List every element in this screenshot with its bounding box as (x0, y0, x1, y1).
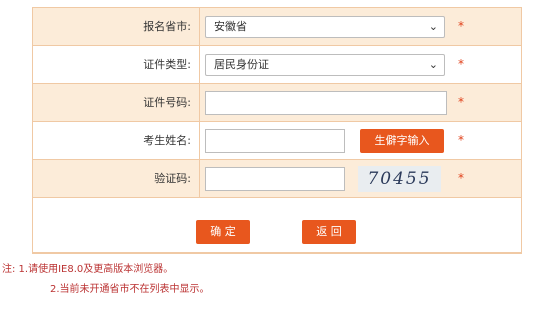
required-mark: * (458, 95, 464, 109)
id-number-label: 证件号码: (33, 84, 200, 121)
captcha-row: 验证码: 70455 * (33, 160, 521, 198)
id-type-label: 证件类型: (33, 46, 200, 83)
province-label: 报名省市: (33, 8, 200, 45)
id-type-select[interactable]: 居民身份证 ⌄ (205, 54, 445, 76)
note-line-1: 注: 1.请使用IE8.0及更高版本浏览器。 (2, 264, 174, 275)
name-row: 考生姓名: 生僻字输入 * (33, 122, 521, 160)
name-input[interactable] (205, 129, 345, 153)
note-line-2: 2.当前未开通省市不在列表中显示。 (50, 284, 210, 295)
captcha-image[interactable]: 70455 (358, 166, 441, 192)
required-mark: * (458, 133, 464, 147)
rare-char-input-button[interactable]: 生僻字输入 (360, 129, 444, 153)
required-mark: * (458, 171, 464, 185)
province-select-value: 安徽省 (214, 20, 247, 33)
province-row: 报名省市: 安徽省 ⌄ * (33, 8, 521, 46)
chevron-down-icon: ⌄ (428, 20, 438, 33)
chevron-down-icon: ⌄ (428, 58, 438, 71)
back-button[interactable]: 返 回 (302, 220, 356, 244)
captcha-input[interactable] (205, 167, 345, 191)
registration-form: 报名省市: 安徽省 ⌄ * 证件类型: 居民身份证 ⌄ * 证件号码: * 考生… (32, 7, 522, 254)
confirm-button[interactable]: 确 定 (196, 220, 250, 244)
id-type-select-value: 居民身份证 (214, 58, 269, 71)
notes: 注: 1.请使用IE8.0及更高版本浏览器。 2.当前未开通省市不在列表中显示。 (0, 260, 552, 300)
required-mark: * (458, 57, 464, 71)
id-number-input[interactable] (205, 91, 447, 115)
captcha-label: 验证码: (33, 160, 200, 197)
name-label: 考生姓名: (33, 122, 200, 159)
required-mark: * (458, 19, 464, 33)
id-number-row: 证件号码: * (33, 84, 521, 122)
button-row: 确 定 返 回 (33, 198, 521, 253)
id-type-row: 证件类型: 居民身份证 ⌄ * (33, 46, 521, 84)
province-select[interactable]: 安徽省 ⌄ (205, 16, 445, 38)
